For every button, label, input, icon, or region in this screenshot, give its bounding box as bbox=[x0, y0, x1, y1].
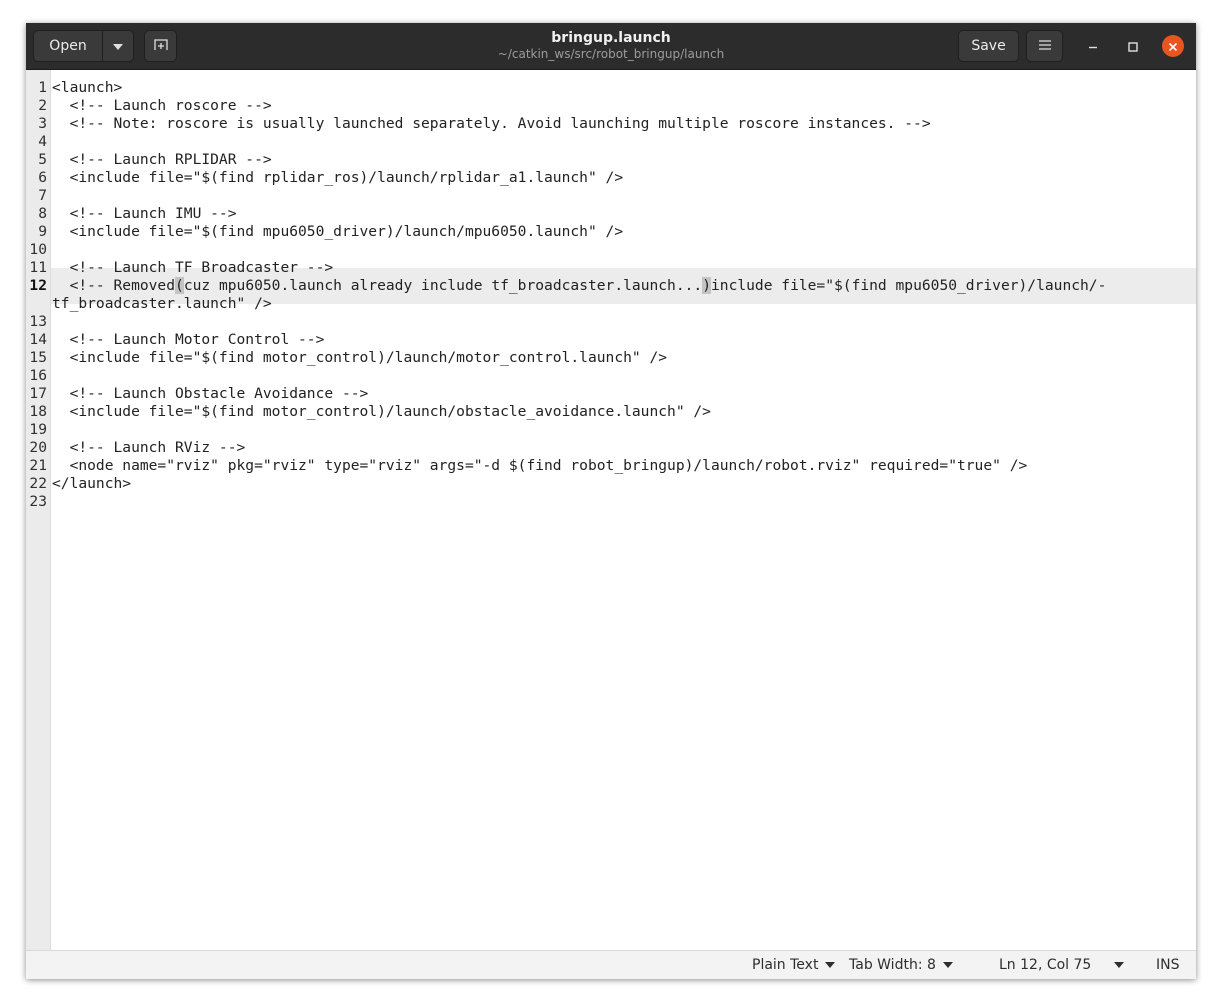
chevron-down-icon bbox=[1114, 962, 1125, 968]
new-tab-icon bbox=[153, 37, 168, 55]
code-line[interactable]: <include file="$(find motor_control)/lau… bbox=[52, 403, 711, 421]
line-number: 4 bbox=[38, 133, 47, 150]
close-icon bbox=[1168, 37, 1178, 56]
line-number: 7 bbox=[38, 187, 47, 204]
hamburger-menu-icon bbox=[1038, 38, 1051, 54]
line-number: 22 bbox=[29, 475, 47, 492]
window-title: bringup.launch bbox=[551, 30, 671, 46]
title-box: bringup.launch ~/catkin_ws/src/robot_bri… bbox=[426, 29, 796, 62]
code-line[interactable]: <include file="$(find mpu6050_driver)/la… bbox=[52, 223, 624, 241]
window-subtitle: ~/catkin_ws/src/robot_bringup/launch bbox=[497, 47, 725, 61]
cursor-position-label: Ln 12, Col 75 bbox=[999, 957, 1092, 973]
line-number: 20 bbox=[29, 439, 47, 456]
code-line[interactable]: <!-- Launch Motor Control --> bbox=[52, 331, 325, 349]
code-text: include file="$(find mpu6050_driver)/lau… bbox=[711, 277, 1107, 294]
language-label: Plain Text bbox=[752, 957, 819, 973]
tab-width-selector[interactable]: Tab Width: 8 bbox=[849, 951, 953, 979]
line-number: 12 bbox=[29, 277, 47, 294]
minimize-button[interactable] bbox=[1082, 35, 1104, 57]
code-line[interactable]: <!-- Launch RPLIDAR --> bbox=[52, 151, 272, 169]
save-button[interactable]: Save bbox=[958, 30, 1019, 62]
code-line[interactable]: <!-- Launch IMU --> bbox=[52, 205, 237, 223]
code-text: cuz mpu6050.launch already include tf_br… bbox=[183, 277, 703, 294]
line-number: 10 bbox=[29, 241, 47, 258]
main-menu-button[interactable] bbox=[1026, 30, 1063, 62]
code-line[interactable]: </launch> bbox=[52, 475, 131, 493]
open-button[interactable]: Open bbox=[33, 30, 103, 62]
line-number: 16 bbox=[29, 367, 47, 384]
code-line[interactable]: <node name="rviz" pkg="rviz" type="rviz"… bbox=[52, 457, 1028, 475]
minimize-icon bbox=[1088, 37, 1098, 56]
line-number: 14 bbox=[29, 331, 47, 348]
line-number: 19 bbox=[29, 421, 47, 438]
status-bar: Plain Text Tab Width: 8 Ln 12, Col 75 IN… bbox=[26, 950, 1196, 979]
code-line[interactable]: <include file="$(find motor_control)/lau… bbox=[52, 349, 667, 367]
code-line-wrapped[interactable]: tf_broadcaster.launch" /> bbox=[52, 295, 272, 313]
chevron-down-icon bbox=[825, 962, 836, 968]
code-line[interactable]: <include file="$(find rplidar_ros)/launc… bbox=[52, 169, 624, 187]
line-number: 11 bbox=[29, 259, 47, 276]
open-button-group: Open bbox=[33, 30, 134, 62]
code-line[interactable]: <!-- Launch roscore --> bbox=[52, 97, 272, 115]
maximize-icon bbox=[1128, 37, 1138, 56]
line-number: 18 bbox=[29, 403, 47, 420]
insert-mode-indicator: INS bbox=[1156, 957, 1180, 973]
line-number: 2 bbox=[38, 97, 47, 114]
code-line[interactable]: <!-- Removed(cuz mpu6050.launch already … bbox=[52, 277, 1106, 295]
line-number: 13 bbox=[29, 313, 47, 330]
chevron-down-icon bbox=[942, 962, 953, 968]
text-editor[interactable]: 1 <launch> 2 <!-- Launch roscore --> 3 <!--… bbox=[26, 70, 1196, 950]
chevron-down-icon bbox=[113, 38, 123, 54]
language-selector[interactable]: Plain Text bbox=[752, 951, 836, 979]
header-bar: Open bringup.launch ~/catkin_ws/src/robo… bbox=[26, 23, 1196, 70]
code-text: <!-- Removed bbox=[52, 277, 176, 294]
code-line[interactable]: <launch> bbox=[52, 79, 122, 97]
code-line[interactable]: <!-- Launch RViz --> bbox=[52, 439, 246, 457]
bracket-match-open: ( bbox=[175, 277, 184, 294]
line-number: 8 bbox=[38, 205, 47, 222]
line-number: 15 bbox=[29, 349, 47, 366]
close-button[interactable] bbox=[1162, 35, 1184, 57]
cursor-position-selector[interactable]: Ln 12, Col 75 bbox=[999, 951, 1125, 979]
line-number: 1 bbox=[38, 79, 47, 96]
tab-width-label: Tab Width: 8 bbox=[849, 957, 936, 973]
line-number: 21 bbox=[29, 457, 47, 474]
line-number: 17 bbox=[29, 385, 47, 402]
line-number: 6 bbox=[38, 169, 47, 186]
line-number: 3 bbox=[38, 115, 47, 132]
open-dropdown-button[interactable] bbox=[102, 30, 134, 62]
code-line[interactable]: <!-- Launch Obstacle Avoidance --> bbox=[52, 385, 369, 403]
gedit-window: Open bringup.launch ~/catkin_ws/src/robo… bbox=[26, 23, 1196, 979]
code-line[interactable]: <!-- Launch TF Broadcaster --> bbox=[52, 259, 334, 277]
line-number: 9 bbox=[38, 223, 47, 240]
line-number: 5 bbox=[38, 151, 47, 168]
line-number: 23 bbox=[29, 493, 47, 510]
new-tab-button[interactable] bbox=[144, 30, 177, 62]
code-line[interactable]: <!-- Note: roscore is usually launched s… bbox=[52, 115, 931, 133]
maximize-button[interactable] bbox=[1122, 35, 1144, 57]
bracket-match-close: ) bbox=[702, 277, 711, 294]
